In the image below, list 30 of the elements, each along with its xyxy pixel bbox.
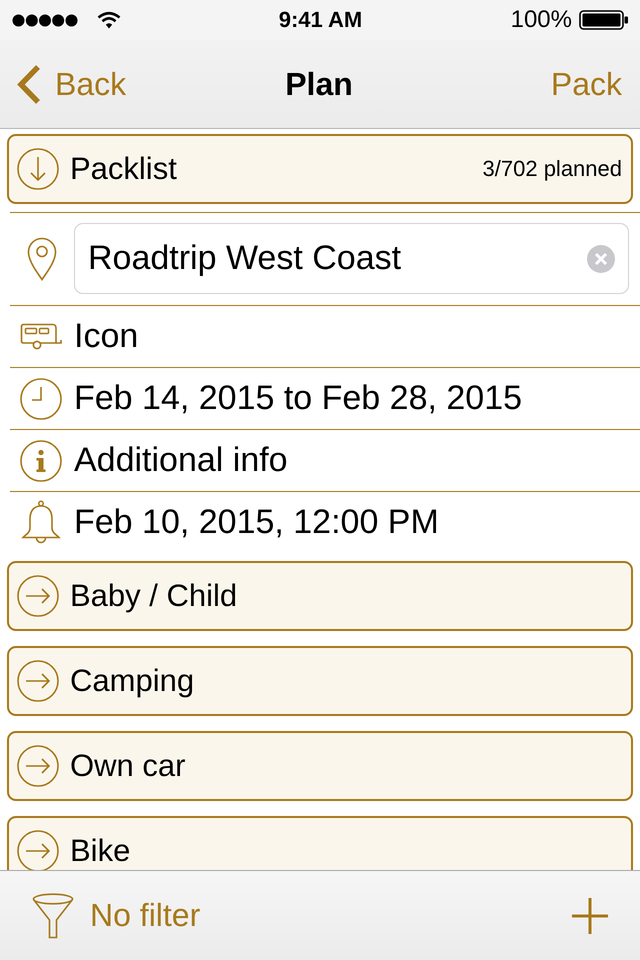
additional-info[interactable]: Additional info [74, 441, 288, 480]
trip-name-field[interactable]: Roadtrip West Coast [74, 223, 629, 294]
right-arrow-circle-icon [17, 660, 59, 702]
reminder-time[interactable]: Feb 10, 2015, 12:00 PM [74, 503, 439, 542]
clock-time: 9:41 AM [278, 7, 362, 33]
category-button[interactable]: Camping [7, 646, 633, 716]
clock-icon [20, 378, 62, 420]
wifi-icon [97, 11, 121, 29]
battery-percent: 100% [510, 6, 572, 34]
right-arrow-circle-icon [17, 745, 59, 787]
battery-icon [579, 10, 629, 30]
category-button[interactable]: Baby / Child [7, 561, 633, 631]
signal-icon [12, 14, 78, 26]
plus-icon[interactable] [572, 898, 608, 934]
info-icon [20, 440, 62, 482]
category-button[interactable]: Bike [7, 816, 633, 870]
chevron-left-icon [16, 64, 41, 104]
right-arrow-circle-icon [17, 575, 59, 617]
caravan-icon [20, 323, 62, 350]
down-arrow-circle-icon [17, 148, 59, 190]
location-pin-icon [27, 236, 57, 280]
funnel-icon [32, 892, 74, 938]
packlist-row[interactable]: Packlist 3/702 planned [7, 134, 633, 204]
planned-count: 3/702 planned [482, 156, 622, 182]
screen-title: Plan [285, 66, 353, 102]
date-range[interactable]: Feb 14, 2015 to Feb 28, 2015 [74, 379, 522, 418]
trip-icon-setting[interactable]: Icon [74, 317, 138, 356]
bell-icon [21, 500, 61, 546]
packlist-label: Packlist [70, 151, 177, 187]
category-button[interactable]: Own car [7, 731, 633, 801]
